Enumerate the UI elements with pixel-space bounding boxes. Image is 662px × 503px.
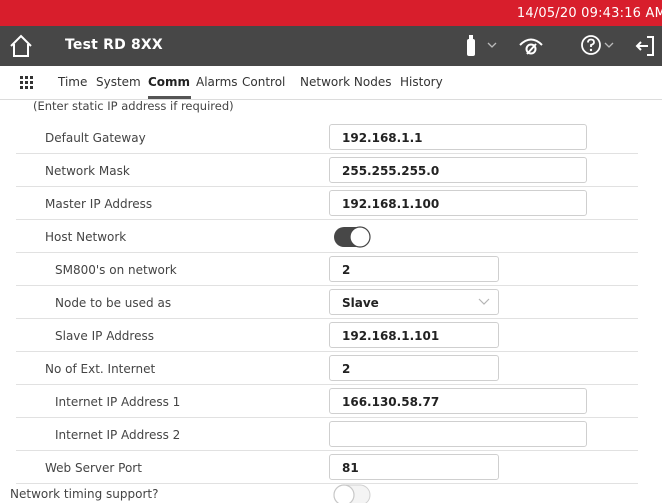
header-bar: Test RD 8XX — [0, 26, 662, 66]
web-server-port-input[interactable]: 81 — [329, 454, 499, 480]
status-bar: 14/05/20 09:43:16 AM — [0, 0, 662, 26]
field-label: No of Ext. Internet — [45, 362, 156, 376]
field-label: Network timing support? — [10, 487, 159, 501]
field-label: Slave IP Address — [55, 329, 154, 343]
tab-alarms[interactable]: Alarms — [196, 75, 238, 89]
tab-comm[interactable]: Comm — [148, 75, 190, 89]
master-ip-input[interactable]: 192.168.1.100 — [329, 190, 587, 216]
sm800-count-row: SM800's on network 2 — [16, 253, 638, 286]
logout-icon[interactable] — [635, 35, 655, 57]
field-label: SM800's on network — [55, 263, 177, 277]
chevron-down-icon[interactable] — [603, 40, 615, 50]
page-title: Test RD 8XX — [65, 37, 163, 53]
node-role-row: Node to be used as Slave — [16, 286, 638, 319]
tab-network-nodes[interactable]: Network Nodes — [300, 75, 392, 89]
tab-history[interactable]: History — [400, 75, 443, 89]
slave-ip-input[interactable]: 192.168.1.101 — [329, 322, 499, 348]
help-icon[interactable] — [580, 34, 602, 56]
signal-off-icon[interactable] — [518, 35, 544, 57]
default-gateway-input[interactable]: 192.168.1.1 — [329, 124, 587, 150]
app-grid-icon[interactable] — [20, 76, 34, 90]
master-ip-row: Master IP Address 192.168.1.100 — [16, 187, 638, 220]
ext-internet-count-row: No of Ext. Internet 2 — [16, 352, 638, 385]
host-network-row: Host Network — [16, 220, 638, 253]
network-mask-input[interactable]: 255.255.255.0 — [329, 157, 587, 183]
field-label: Internet IP Address 2 — [55, 428, 181, 442]
sm800-count-input[interactable]: 2 — [329, 256, 499, 282]
static-ip-hint: (Enter static IP address if required) — [33, 99, 234, 113]
slave-ip-row: Slave IP Address 192.168.1.101 — [16, 319, 638, 352]
network-timing-toggle[interactable] — [333, 484, 371, 503]
ext-internet-count-input[interactable]: 2 — [329, 355, 499, 381]
field-label: Web Server Port — [45, 461, 142, 475]
web-server-port-row: Web Server Port 81 — [16, 451, 638, 484]
chevron-down-icon[interactable] — [486, 40, 498, 50]
network-mask-row: Network Mask 255.255.255.0 — [16, 154, 638, 187]
usb-drive-icon[interactable] — [466, 35, 476, 57]
internet-ip-2-row: Internet IP Address 2 — [16, 418, 638, 451]
field-label: Master IP Address — [45, 197, 153, 211]
node-role-value: Slave — [342, 296, 379, 310]
tab-time[interactable]: Time — [58, 75, 87, 89]
tab-system[interactable]: System — [96, 75, 141, 89]
internet-ip-1-row: Internet IP Address 1 166.130.58.77 — [16, 385, 638, 418]
tab-control[interactable]: Control — [242, 75, 285, 89]
network-timing-row: Network timing support? — [0, 484, 638, 503]
host-network-toggle[interactable] — [333, 226, 371, 248]
field-label: Network Mask — [45, 164, 130, 178]
chevron-down-icon — [478, 298, 490, 305]
home-icon[interactable] — [8, 34, 34, 58]
field-label: Internet IP Address 1 — [55, 395, 181, 409]
node-role-select[interactable]: Slave — [329, 289, 499, 315]
internet-ip-2-input[interactable] — [329, 421, 587, 447]
field-label: Host Network — [45, 230, 127, 244]
field-label: Default Gateway — [45, 131, 146, 145]
internet-ip-1-input[interactable]: 166.130.58.77 — [329, 388, 587, 414]
tab-bar: Time System Comm Alarms Control Network … — [0, 66, 662, 100]
datetime-display: 14/05/20 09:43:16 AM — [516, 6, 662, 21]
field-label: Node to be used as — [55, 296, 172, 310]
default-gateway-row: Default Gateway 192.168.1.1 — [16, 121, 638, 154]
